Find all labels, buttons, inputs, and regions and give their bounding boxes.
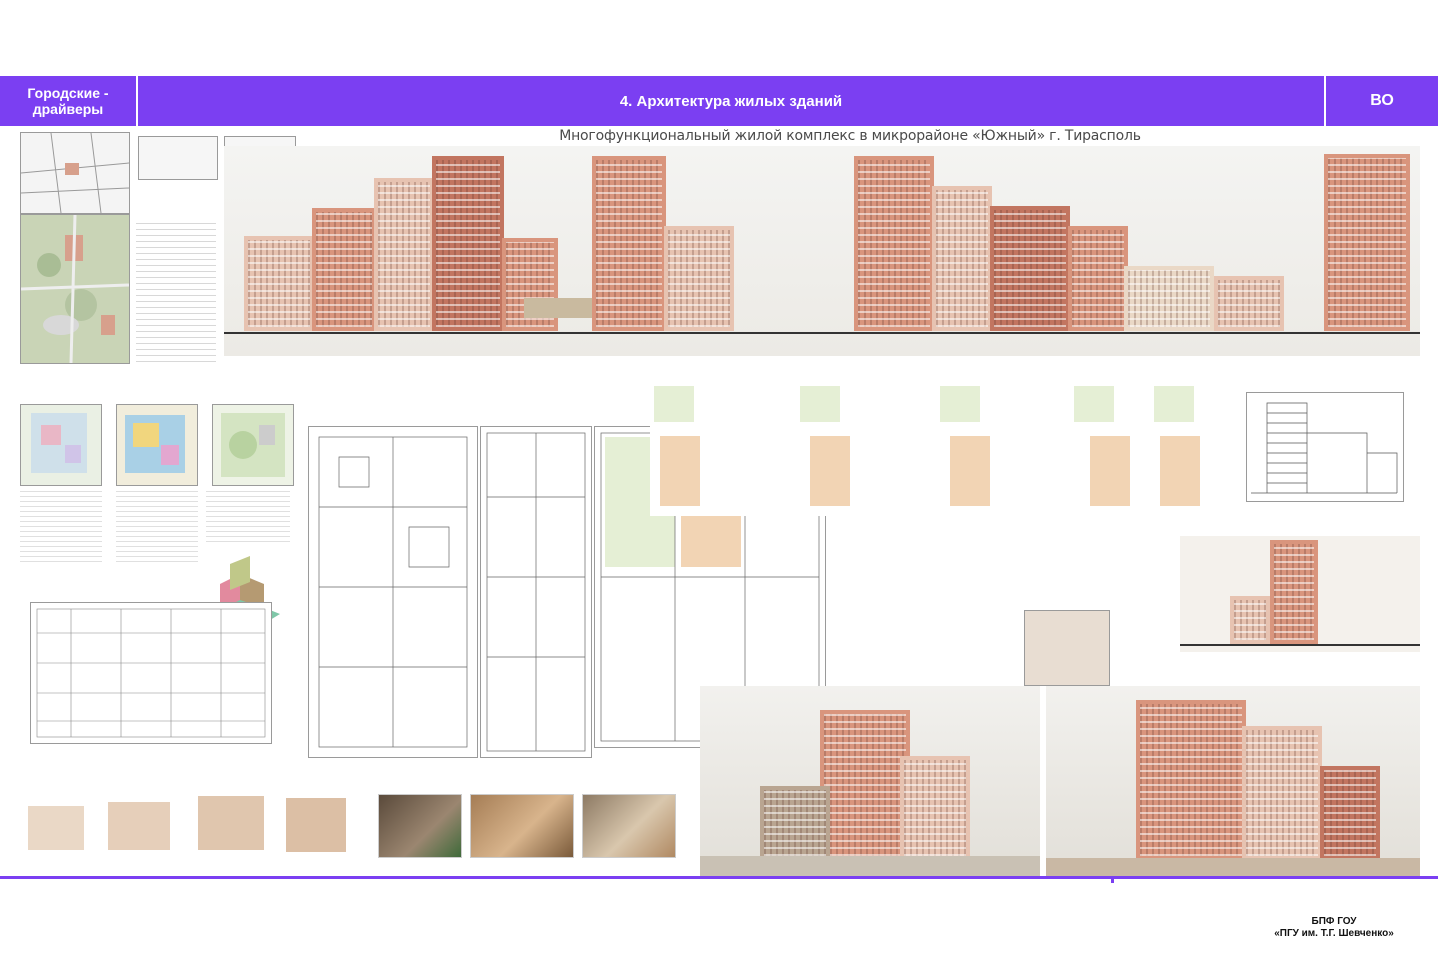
board-title: Многофункциональный жилой комплекс в мик… (559, 128, 1141, 144)
section-drawing (1246, 392, 1404, 502)
form-development-step-2 (108, 802, 170, 850)
form-development-step-3 (198, 796, 264, 850)
footer-divider (0, 876, 1438, 879)
zoning-scheme-3 (212, 404, 294, 486)
master-plan-legend (136, 222, 216, 362)
master-plan-drawing (20, 214, 130, 364)
zoning-scheme-1 (20, 404, 102, 486)
zoning-legend-1 (20, 490, 102, 562)
scheme-fragment (138, 136, 218, 180)
perspective-render-2 (1046, 686, 1420, 876)
situation-plan-drawing (20, 132, 130, 214)
zoning-scheme-2 (116, 404, 198, 486)
header-section-title: 4. Архитектура жилых зданий (619, 92, 843, 110)
parking-plan (30, 602, 272, 744)
interior-photo-2 (470, 794, 574, 858)
presentation-board: Многофункциональный жилой комплекс в мик… (0, 126, 1438, 876)
header-right-code: ВО (1370, 92, 1394, 109)
apartment-plan (1024, 610, 1110, 686)
footer-line-1: БПФ ГОУ (1311, 916, 1357, 927)
footer-mark (1111, 879, 1114, 883)
floor-plan-first (480, 426, 592, 758)
form-development-step-1 (28, 806, 84, 850)
perspective-render-1 (700, 686, 1040, 876)
footer-line-2: «ПГУ им. Т.Г. Шевченко» (1274, 928, 1394, 939)
ground-line (224, 332, 1420, 334)
zoning-legend-3 (206, 490, 290, 542)
header-bar: Городские - драйверы 4. Архитектура жилы… (0, 76, 1438, 126)
facade-strip (224, 146, 1420, 356)
typical-floor-plans-row (650, 376, 1230, 516)
form-development-step-4 (286, 798, 346, 852)
interior-photo-3 (582, 794, 676, 858)
footer-institution: БПФ ГОУ «ПГУ им. Т.Г. Шевченко» (1230, 916, 1438, 940)
situation-plan (20, 132, 130, 214)
floor-plan-ground (308, 426, 478, 758)
master-plan (20, 214, 130, 364)
interior-photo-1 (378, 794, 462, 858)
zoning-legend-2 (116, 490, 198, 562)
header-left-title: Городские - драйверы (27, 85, 109, 117)
section-render (1180, 536, 1420, 652)
